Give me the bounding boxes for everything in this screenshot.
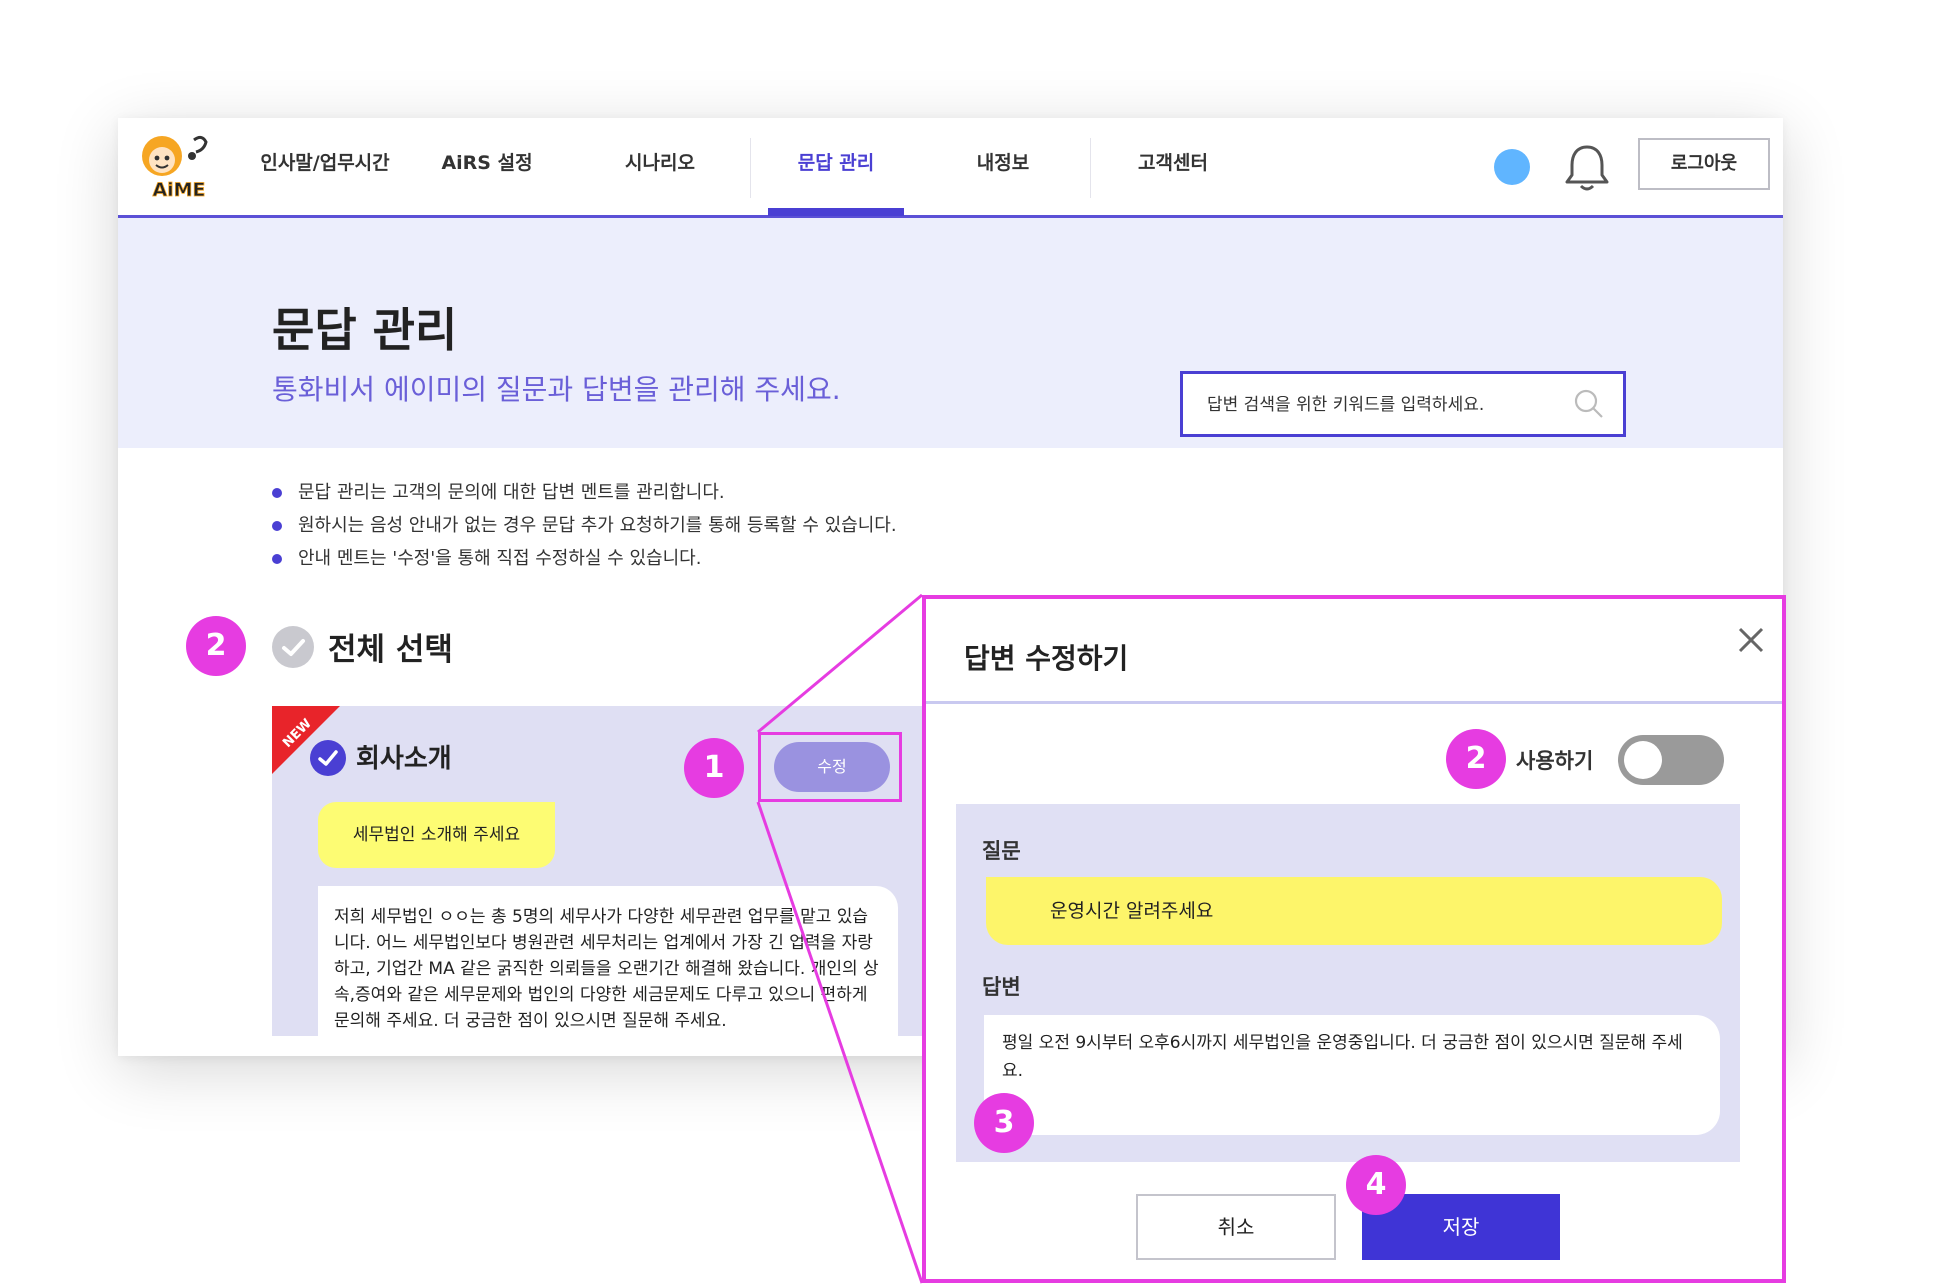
search-input[interactable] xyxy=(1205,374,1569,436)
logo-text: AiME xyxy=(152,179,205,201)
select-all-checkbox[interactable] xyxy=(272,626,314,668)
callout-badge-2: 2 xyxy=(1446,729,1506,789)
nav-item-scenario[interactable]: 시나리오 xyxy=(590,118,730,218)
search-box xyxy=(1180,371,1626,437)
close-icon[interactable] xyxy=(1732,621,1770,659)
card-checkbox[interactable] xyxy=(310,740,346,776)
nav-divider xyxy=(1090,138,1091,198)
logout-button[interactable]: 로그아웃 xyxy=(1638,138,1770,190)
answer-textarea[interactable]: 평일 오전 9시부터 오후6시까지 세무법인을 운영중입니다. 더 궁금한 점이… xyxy=(984,1015,1720,1135)
search-icon[interactable] xyxy=(1573,388,1605,420)
active-nav-underline xyxy=(768,208,904,216)
callout-badge-4: 4 xyxy=(1346,1155,1406,1215)
nav-item-qa-management[interactable]: 문답 관리 xyxy=(768,118,904,218)
note-item: 문답 관리는 고객의 문의에 대한 답변 멘트를 관리합니다. xyxy=(272,476,897,509)
modal-title: 답변 수정하기 xyxy=(964,642,1129,675)
bell-icon[interactable] xyxy=(1562,142,1612,194)
callout-badge-2: 2 xyxy=(186,616,246,676)
use-toggle-switch[interactable] xyxy=(1618,735,1724,785)
nav-divider xyxy=(750,138,751,198)
edit-answer-modal: 답변 수정하기 사용하기 질문 운영시간 알려주세요 답변 평일 오전 9시부터… xyxy=(922,595,1786,1283)
edit-button-highlight xyxy=(758,732,902,802)
page-subtitle: 통화비서 에이미의 질문과 답변을 관리해 주세요. xyxy=(272,373,841,406)
callout-badge-3: 3 xyxy=(974,1093,1034,1153)
nav-item-my-info[interactable]: 내정보 xyxy=(936,118,1070,218)
page-title: 문답 관리 xyxy=(272,303,458,357)
status-dot xyxy=(1494,149,1530,185)
aime-logo[interactable]: AiME xyxy=(134,130,230,206)
notes-list: 문답 관리는 고객의 문의에 대한 답변 멘트를 관리합니다. 원하시는 음성 … xyxy=(272,476,897,575)
nav-item-customer-center[interactable]: 고객센터 xyxy=(1106,118,1240,218)
select-all-label: 전체 선택 xyxy=(328,632,453,668)
answer-label: 답변 xyxy=(982,975,1021,999)
nav-item-greeting[interactable]: 인사말/업무시간 xyxy=(230,118,420,218)
toggle-knob xyxy=(1624,741,1662,779)
top-nav: AiME 인사말/업무시간 AiRS 설정 시나리오 문답 관리 내정보 고객센… xyxy=(118,118,1783,218)
question-bubble: 운영시간 알려주세요 xyxy=(986,877,1722,945)
modal-divider xyxy=(926,701,1782,704)
answer-bubble: 저희 세무법인 ㅇㅇ는 총 5명의 세무사가 다양한 세무관련 업무를 맡고 있… xyxy=(318,886,898,1046)
nav-item-airs-settings[interactable]: AiRS 설정 xyxy=(420,118,554,218)
question-bubble: 세무법인 소개해 주세요 xyxy=(318,802,555,868)
use-toggle-label: 사용하기 xyxy=(1516,749,1594,773)
note-item: 안내 멘트는 '수정'을 통해 직접 수정하실 수 있습니다. xyxy=(272,542,897,575)
cancel-button[interactable]: 취소 xyxy=(1136,1194,1336,1260)
callout-badge-1: 1 xyxy=(684,738,744,798)
note-item: 원하시는 음성 안내가 없는 경우 문답 추가 요청하기를 통해 등록할 수 있… xyxy=(272,509,897,542)
card-title: 회사소개 xyxy=(356,744,452,774)
question-label: 질문 xyxy=(982,839,1021,863)
